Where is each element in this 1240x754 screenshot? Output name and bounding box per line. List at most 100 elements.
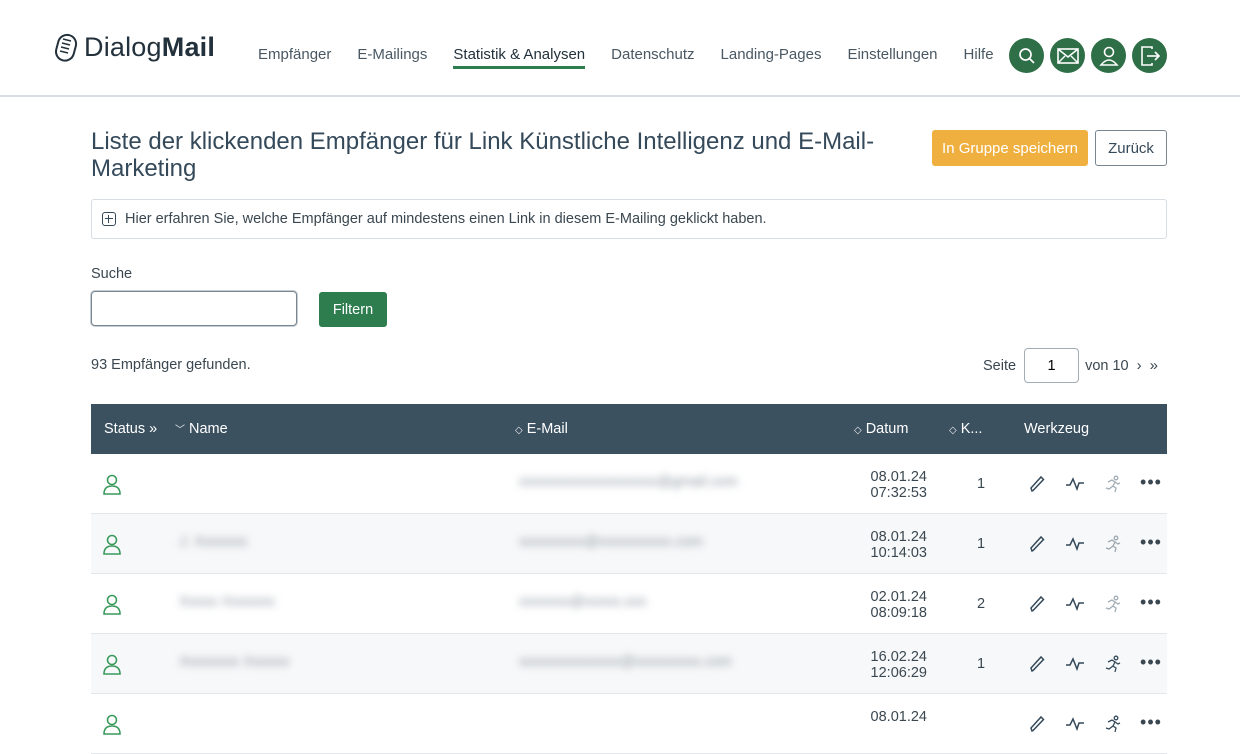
search-button[interactable] (1009, 38, 1044, 73)
activity-icon (1066, 537, 1084, 551)
journey-button[interactable] (1101, 472, 1125, 496)
nav-item-empfaenger[interactable]: Empfänger (258, 46, 331, 63)
page-number-input[interactable] (1024, 348, 1080, 383)
nav-item-einstellungen[interactable]: Einstellungen (847, 46, 937, 63)
last-page-icon[interactable]: » (1150, 357, 1158, 374)
activity-icon (1066, 717, 1084, 731)
logo-text: DialogMail (84, 31, 216, 62)
recipient-email[interactable]: xxxxxxx@xxxxx.xxx (519, 594, 819, 610)
edit-button[interactable] (1025, 532, 1049, 556)
edit-button[interactable] (1025, 652, 1049, 676)
table-row: xxxxxxxxxxxxxxxxxxx@gmail.com 08.01.24 07… (91, 454, 1167, 514)
sort-icon: ◇ (949, 425, 957, 436)
activity-button[interactable] (1063, 472, 1087, 496)
logout-button[interactable] (1132, 38, 1167, 73)
journey-button[interactable] (1101, 592, 1125, 616)
pencil-icon (1030, 655, 1045, 673)
journey-button[interactable] (1101, 652, 1125, 676)
click-time: 08:09:18 (870, 605, 927, 621)
col-count-label: K... (960, 421, 983, 437)
sort-icon: ◇ (515, 425, 523, 436)
col-email-label: E-Mail (526, 421, 568, 437)
logout-icon (1140, 45, 1160, 66)
search-icon (1018, 47, 1035, 64)
running-person-icon (1105, 715, 1121, 733)
click-time: 07:32:53 (870, 485, 927, 501)
sort-icon: ◇ (854, 425, 862, 436)
col-date-label: Datum (865, 421, 909, 437)
col-status[interactable]: Status » (104, 421, 157, 437)
nav-item-datenschutz[interactable]: Datenschutz (611, 46, 694, 63)
results-count: 93 Empfänger gefunden. (91, 357, 251, 373)
col-name[interactable]: ﹀ Name (175, 421, 228, 437)
recipient-status-icon (103, 714, 121, 740)
nav-item-statistik[interactable]: Statistik & Analysen (453, 46, 585, 69)
click-date: 08.01.24 (870, 529, 927, 545)
col-email[interactable]: ◇ E-Mail (515, 421, 568, 437)
edit-button[interactable] (1025, 592, 1049, 616)
more-options-icon[interactable]: ••• (1139, 650, 1163, 674)
save-to-group-button[interactable]: In Gruppe speichern (932, 130, 1088, 166)
col-date[interactable]: ◇ Datum (854, 421, 908, 437)
page-title: Liste der klickenden Empfänger für Link … (91, 128, 875, 182)
back-button[interactable]: Zurück (1095, 130, 1167, 166)
next-page-icon[interactable]: › (1137, 357, 1142, 374)
more-options-icon[interactable]: ••• (1139, 590, 1163, 614)
expand-plus-icon[interactable] (102, 212, 116, 226)
table-row: Xxxxxxxx Xxxxxx xxxxxxxxxxxxxx@xxxxxxxxx… (91, 634, 1167, 694)
nav-item-e-mailings[interactable]: E-Mailings (357, 46, 427, 63)
recipient-email[interactable]: xxxxxxxxx@xxxxxxxxxx.com (519, 534, 819, 550)
recipient-email[interactable]: xxxxxxxxxxxxxxxxxxx@gmail.com (519, 474, 819, 490)
row-tools: ••• (1025, 592, 1177, 616)
filter-button[interactable]: Filtern (319, 292, 387, 327)
pencil-icon (1030, 595, 1045, 613)
expand-columns-icon[interactable]: » (149, 421, 157, 437)
row-tools: ••• (1025, 532, 1177, 556)
top-header: DialogMail Empfänger E-Mailings Statisti… (0, 0, 1240, 97)
journey-button[interactable] (1101, 532, 1125, 556)
edit-button[interactable] (1025, 712, 1049, 736)
click-time: 10:14:03 (870, 545, 927, 561)
more-options-icon[interactable]: ••• (1139, 530, 1163, 554)
search-input[interactable] (91, 291, 297, 326)
recipient-name[interactable]: Xxxxxxxx Xxxxxx (179, 654, 479, 670)
row-tools: ••• (1025, 472, 1177, 496)
journey-button[interactable] (1101, 712, 1125, 736)
logo-icon (54, 33, 78, 62)
recipient-name[interactable]: Xxxxx Xxxxxxx (179, 594, 479, 610)
click-count: 2 (976, 596, 986, 612)
col-name-label: Name (189, 421, 228, 437)
row-tools: ••• (1025, 712, 1177, 736)
mail-button[interactable] (1050, 38, 1085, 73)
nav-item-landing-pages[interactable]: Landing-Pages (721, 46, 822, 63)
activity-button[interactable] (1063, 652, 1087, 676)
search-label: Suche (91, 266, 133, 282)
click-datetime: 02.01.24 08:09:18 (851, 589, 927, 621)
activity-button[interactable] (1063, 592, 1087, 616)
recipient-status-icon (103, 474, 121, 500)
nav-item-hilfe[interactable]: Hilfe (964, 46, 994, 63)
running-person-icon (1105, 535, 1121, 553)
table-row: J. Xxxxxxx xxxxxxxxx@xxxxxxxxxx.com 08.0… (91, 514, 1167, 574)
edit-button[interactable] (1025, 472, 1049, 496)
click-datetime: 16.02.24 12:06:29 (851, 649, 927, 681)
activity-button[interactable] (1063, 532, 1087, 556)
col-count[interactable]: ◇ K... (949, 421, 982, 437)
page-label: Seite (983, 357, 1017, 374)
click-date: 16.02.24 (870, 649, 927, 665)
recipient-status-icon (103, 654, 121, 680)
table-header: Status » ﹀ Name ◇ E-Mail ◇ Datum ◇ K... Werk… (91, 404, 1167, 454)
pencil-icon (1030, 715, 1045, 733)
logo[interactable]: DialogMail (54, 30, 215, 64)
click-time: 12:06:29 (870, 665, 927, 681)
click-datetime: 08.01.24 07:32:53 (851, 469, 927, 501)
row-tools: ••• (1025, 652, 1177, 676)
activity-icon (1066, 657, 1084, 671)
more-options-icon[interactable]: ••• (1139, 470, 1163, 494)
activity-button[interactable] (1063, 712, 1087, 736)
recipient-name[interactable]: J. Xxxxxxx (179, 534, 479, 550)
recipient-email[interactable]: xxxxxxxxxxxxxx@xxxxxxxxx.com (519, 654, 819, 670)
more-options-icon[interactable]: ••• (1139, 710, 1163, 734)
profile-button[interactable] (1091, 38, 1126, 73)
col-tools: Werkzeug (1024, 421, 1090, 437)
